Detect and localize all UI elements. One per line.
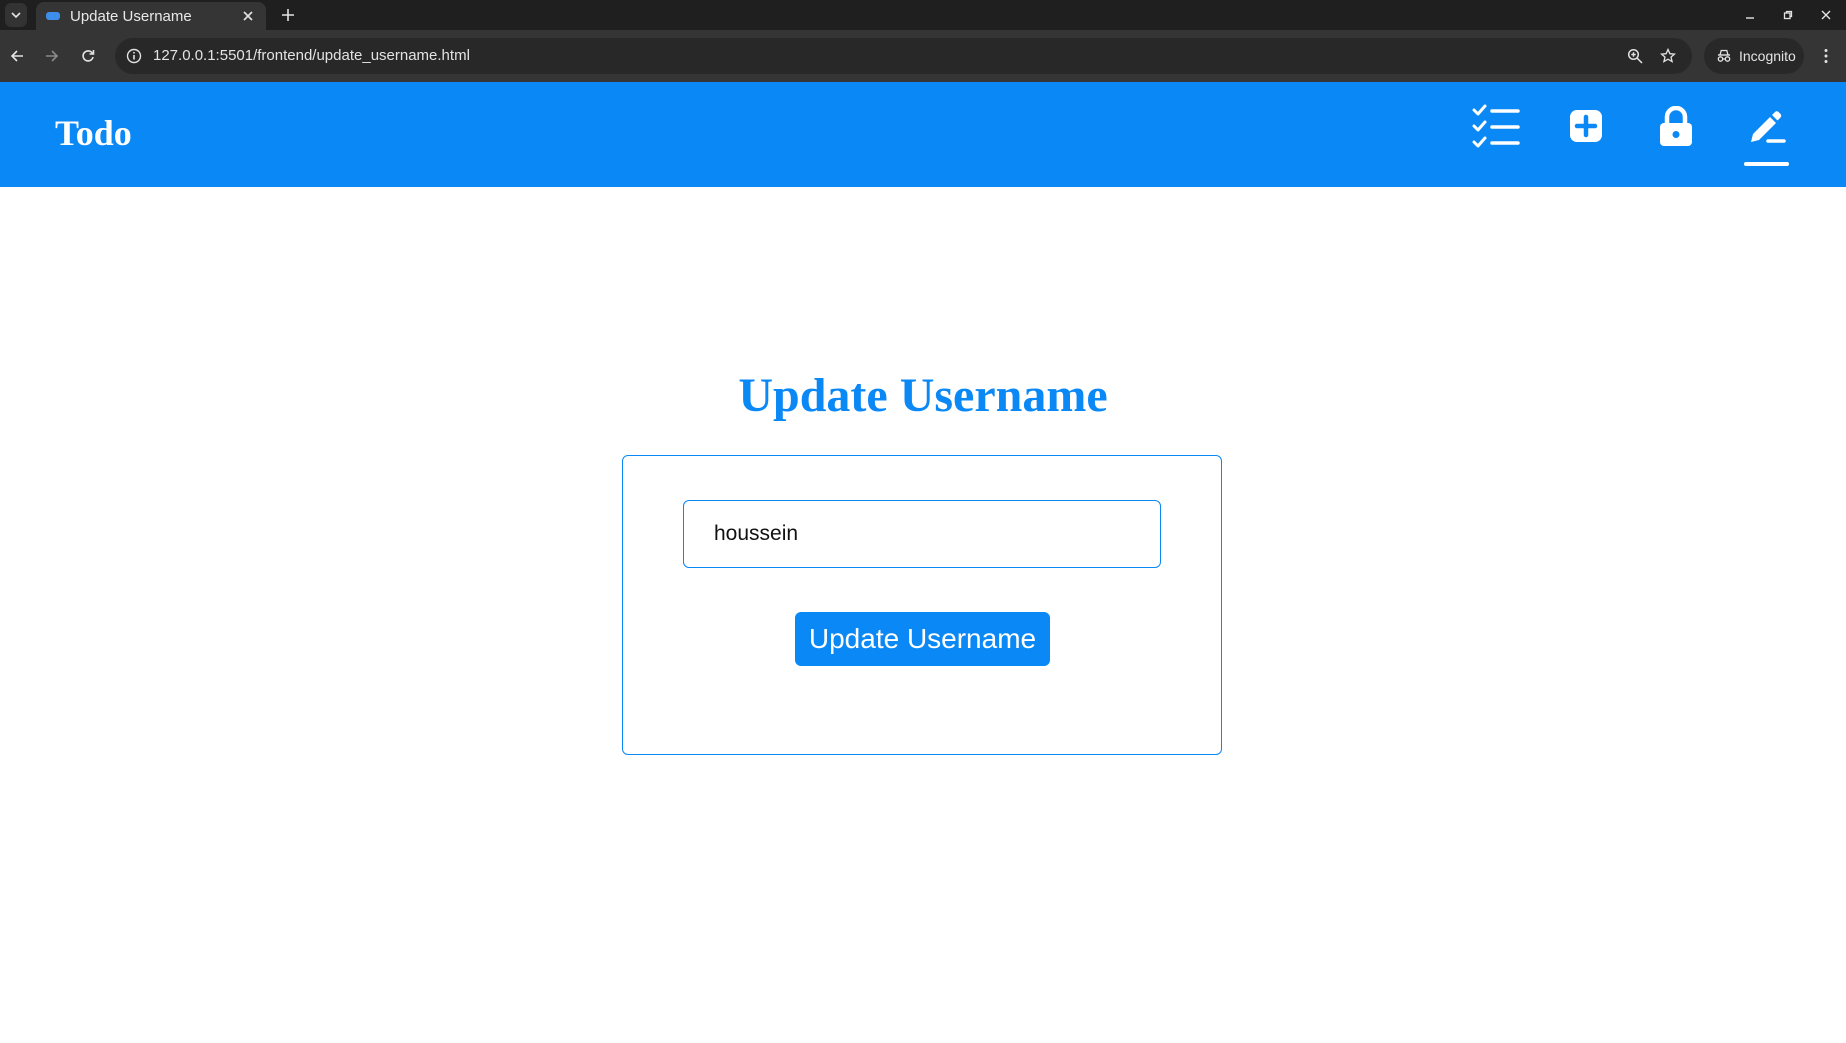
incognito-badge[interactable]: Incognito [1704,38,1804,74]
favicon-icon [46,12,60,20]
incognito-icon [1717,49,1731,62]
pen-icon [1751,111,1786,143]
tab-title: Update Username [70,7,192,25]
browser-toolbar: 127.0.0.1:5501/frontend/update_username.… [0,30,1846,82]
update-username-button[interactable]: Update Username [795,612,1050,666]
back-button[interactable] [5,44,29,68]
active-nav-indicator [1744,162,1789,166]
zoom-button[interactable] [1625,46,1645,66]
plus-icon [282,9,294,21]
url-text: 127.0.0.1:5501/frontend/update_username.… [153,47,470,64]
brand-logo[interactable]: Todo [55,112,132,154]
app-navbar: Todo [0,82,1846,187]
arrow-right-icon [46,50,59,62]
nav-update-username[interactable] [1740,100,1792,152]
zoom-icon [1627,48,1643,64]
nav-todo-list[interactable] [1470,100,1522,152]
new-tab-button[interactable] [278,5,298,25]
page-title: Update Username [738,369,1108,422]
nav-add-todo[interactable] [1560,100,1612,152]
browser-tab-bar: Update Username [0,0,1846,30]
bookmark-button[interactable] [1658,46,1678,66]
minimize-button[interactable] [1738,5,1762,25]
restore-icon [1783,10,1793,20]
reload-icon [82,50,95,62]
add-square-icon [1570,110,1602,142]
tab-close-button[interactable] [240,8,256,24]
browser-menu-button[interactable] [1816,44,1836,68]
forward-button[interactable] [40,44,64,68]
update-username-form: Update Username [622,455,1222,755]
checklist-icon [1472,104,1520,148]
close-icon [1821,10,1831,20]
nav-change-password[interactable] [1650,100,1702,152]
arrow-left-icon [10,50,23,62]
address-bar[interactable]: 127.0.0.1:5501/frontend/update_username.… [115,38,1692,74]
more-vert-icon [1824,49,1828,63]
restore-button[interactable] [1776,5,1800,25]
lock-icon [1660,106,1692,146]
star-icon [1660,48,1676,63]
close-icon [243,11,253,21]
incognito-label: Incognito [1739,48,1796,64]
tab-search-button[interactable] [5,3,27,27]
site-info-button[interactable] [125,47,143,65]
close-window-button[interactable] [1814,5,1838,25]
reload-button[interactable] [76,44,100,68]
minimize-icon [1746,17,1754,19]
username-input[interactable] [683,500,1161,568]
info-icon [126,48,142,64]
browser-tab[interactable]: Update Username [36,2,266,30]
chevron-down-icon [11,12,21,19]
